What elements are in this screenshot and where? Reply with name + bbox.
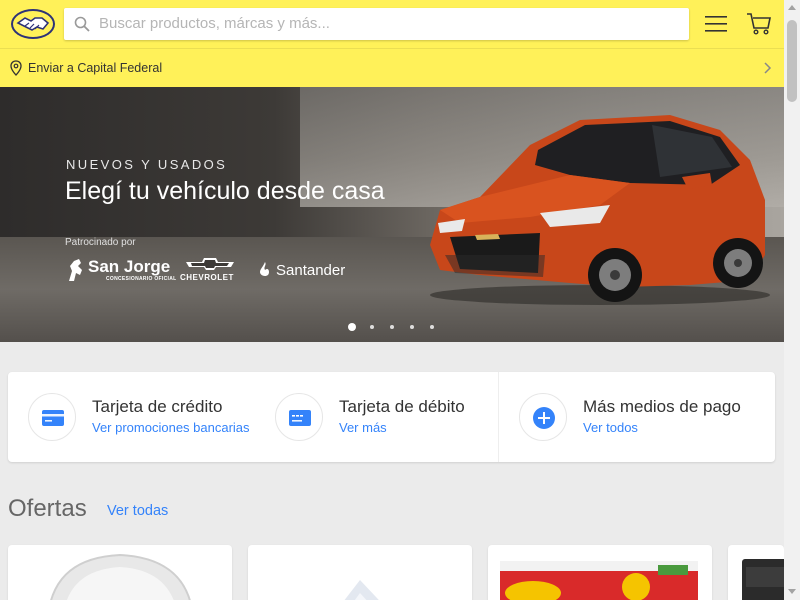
search-icon[interactable] xyxy=(74,16,90,32)
payment-link-debit[interactable]: Ver más xyxy=(339,420,387,435)
site-header: Buscar productos, márcas y más... Enviar… xyxy=(0,0,784,87)
product-card[interactable] xyxy=(728,545,784,600)
product-image-toy-box xyxy=(500,561,698,600)
product-card[interactable] xyxy=(248,545,472,600)
product-card[interactable] xyxy=(488,545,712,600)
payment-title-debit: Tarjeta de débito xyxy=(339,397,465,416)
carousel-dots xyxy=(345,322,445,332)
carousel-dot-5[interactable] xyxy=(430,325,434,329)
debit-card-icon xyxy=(289,410,311,426)
location-label: Enviar a Capital Federal xyxy=(28,61,163,75)
payment-link-credit[interactable]: Ver promociones bancarias xyxy=(92,420,250,435)
carousel-dot-3[interactable] xyxy=(390,325,394,329)
scroll-up-arrow-icon[interactable] xyxy=(788,5,796,10)
carousel-dot-2[interactable] xyxy=(370,325,374,329)
santander-flame-icon xyxy=(260,262,269,276)
credit-card-icon-circle xyxy=(28,393,76,441)
banner-sponsor-label: Patrocinado por xyxy=(65,237,136,248)
banner-headline: Elegí tu vehículo desde casa xyxy=(65,177,385,205)
sanjorge-horse-icon xyxy=(69,259,82,281)
product-image-watch xyxy=(50,553,191,600)
carousel-dot-1[interactable] xyxy=(348,323,356,331)
location-pin-icon xyxy=(10,60,22,76)
offers-heading: Ofertas xyxy=(8,495,87,522)
santander-name: Santander xyxy=(276,262,346,279)
payment-more-methods[interactable]: Más medios de pago Ver todos xyxy=(499,372,769,462)
product-card[interactable] xyxy=(8,545,232,600)
sanjorge-name: San Jorge xyxy=(88,257,171,276)
payment-methods-card: Tarjeta de crédito Ver promociones banca… xyxy=(8,372,775,462)
scroll-down-arrow-icon[interactable] xyxy=(788,589,796,594)
banner-kicker: NUEVOS Y USADOS xyxy=(66,157,228,172)
payment-title-credit: Tarjeta de crédito xyxy=(92,397,223,416)
payment-title-more: Más medios de pago xyxy=(583,397,741,416)
handshake-logo-icon[interactable] xyxy=(10,8,56,40)
search-placeholder: Buscar productos, márcas y más... xyxy=(99,15,330,32)
credit-card-icon xyxy=(42,410,64,426)
payment-credit-card[interactable]: Tarjeta de crédito Ver promociones banca… xyxy=(8,372,258,462)
plus-icon-circle xyxy=(519,393,567,441)
debit-card-icon-circle xyxy=(275,393,323,441)
product-image-appliance xyxy=(742,559,784,600)
search-bar[interactable]: Buscar productos, márcas y más... xyxy=(64,8,689,40)
plus-icon xyxy=(533,407,555,429)
offers-see-all-link[interactable]: Ver todas xyxy=(107,503,168,519)
chevrolet-bowtie-icon xyxy=(186,258,234,270)
shipping-location[interactable]: Enviar a Capital Federal xyxy=(0,49,784,87)
chevron-right-icon xyxy=(764,62,772,74)
hero-banner[interactable]: NUEVOS Y USADOS Elegí tu vehículo desde … xyxy=(0,87,784,342)
payment-debit-card[interactable]: Tarjeta de débito Ver más xyxy=(255,372,495,462)
cart-icon[interactable] xyxy=(746,12,772,36)
payment-link-more[interactable]: Ver todos xyxy=(583,420,638,435)
scrollbar-thumb[interactable] xyxy=(787,20,797,102)
carousel-dot-4[interactable] xyxy=(410,325,414,329)
sanjorge-subtitle: CONCESIONARIO OFICIAL xyxy=(106,276,177,282)
car-image xyxy=(430,115,770,305)
chevrolet-name: CHEVROLET xyxy=(180,273,234,282)
hamburger-menu-icon[interactable] xyxy=(705,14,727,34)
page-scrollbar[interactable] xyxy=(784,0,800,600)
product-image-item xyxy=(344,580,379,600)
